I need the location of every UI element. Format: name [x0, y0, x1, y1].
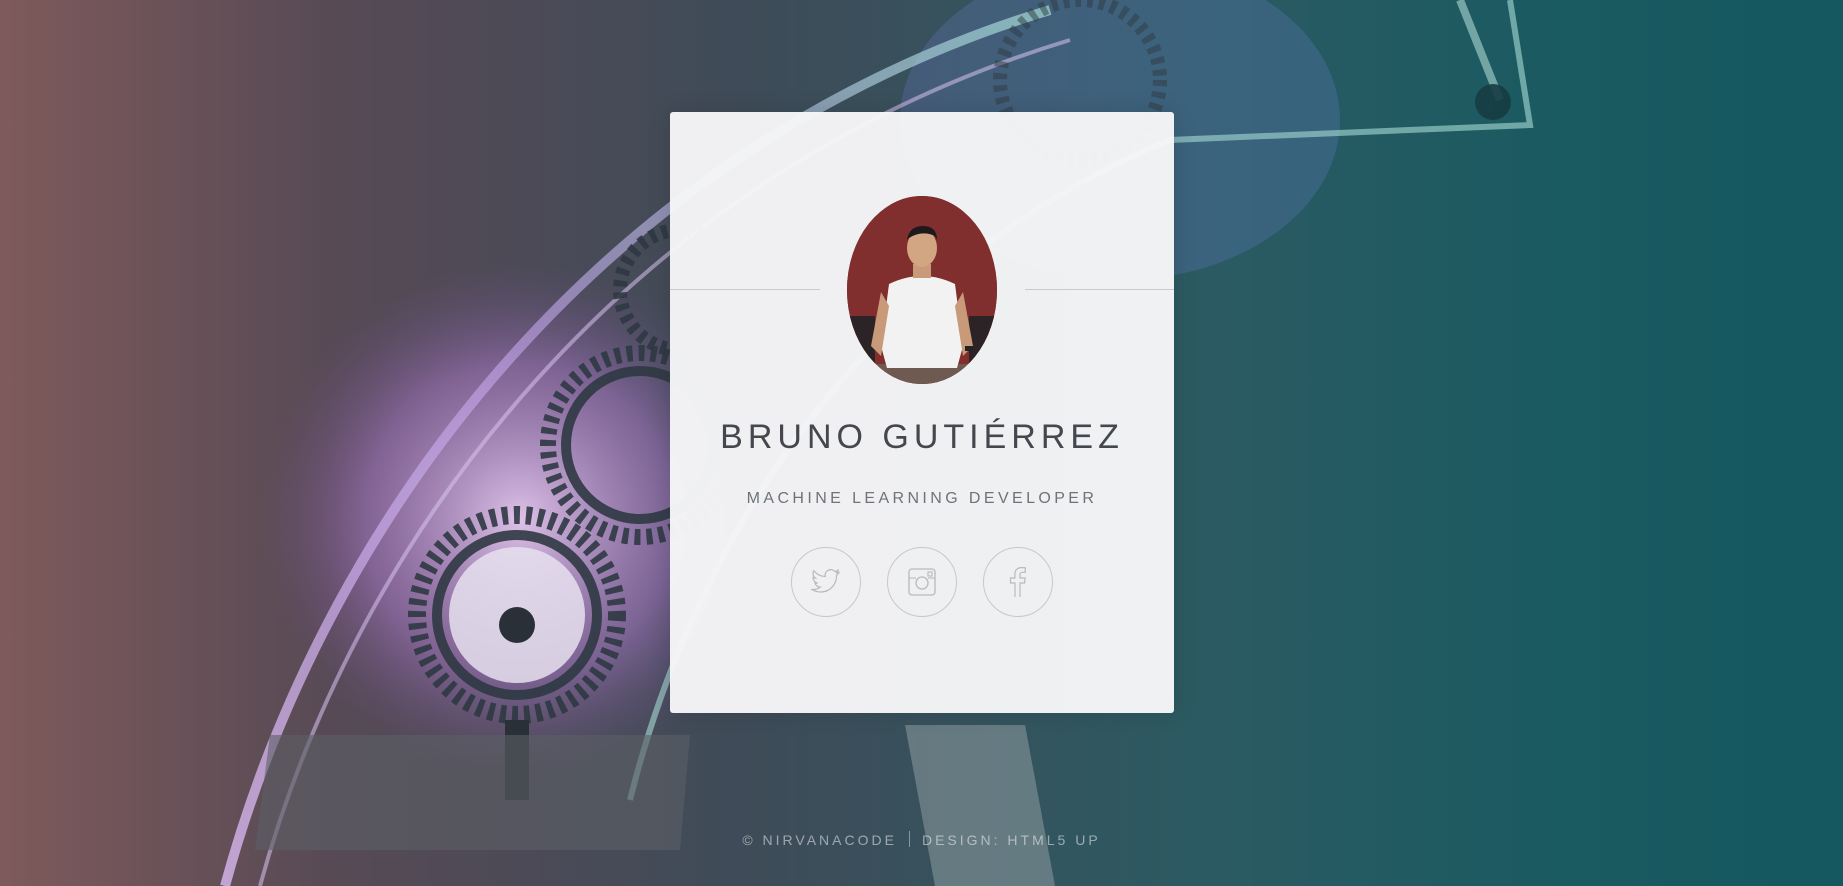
footer-design-label: DESIGN: — [921, 832, 1001, 848]
footer-design-link[interactable]: HTML5 UP — [1007, 832, 1100, 848]
twitter-link[interactable] — [791, 547, 861, 617]
avatar — [847, 196, 997, 384]
footer: © NIRVANACODE DESIGN: HTML5 UP — [0, 831, 1843, 848]
divider-left — [670, 289, 820, 290]
facebook-icon — [1009, 566, 1026, 597]
profile-card: BRUNO GUTIÉRREZ MACHINE LEARNING DEVELOP… — [670, 112, 1174, 713]
profile-photo-icon — [847, 196, 997, 384]
twitter-icon — [811, 569, 840, 593]
profile-name: BRUNO GUTIÉRREZ — [720, 418, 1124, 456]
instagram-icon — [908, 568, 936, 596]
footer-copyright: © NIRVANACODE — [742, 832, 897, 848]
facebook-link[interactable] — [983, 547, 1053, 617]
social-links — [791, 547, 1061, 619]
profile-role: MACHINE LEARNING DEVELOPER — [746, 490, 1098, 507]
divider-right — [1025, 289, 1174, 290]
footer-separator — [908, 831, 910, 847]
instagram-link[interactable] — [887, 547, 957, 617]
